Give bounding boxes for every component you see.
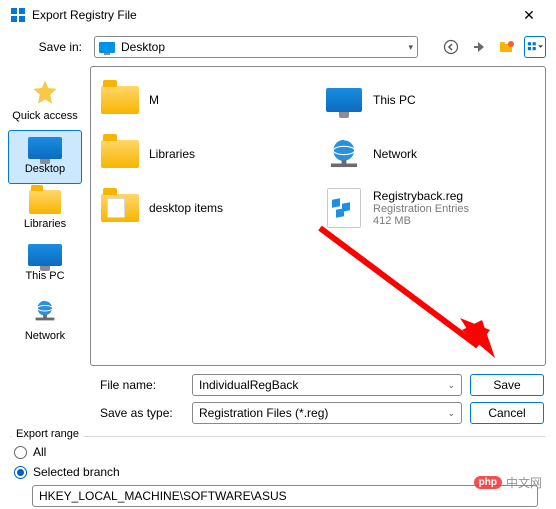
branch-path-input[interactable]: HKEY_LOCAL_MACHINE\SOFTWARE\ASUS: [32, 485, 538, 507]
filename-input[interactable]: IndividualRegBack ⌄: [192, 374, 462, 396]
monitor-icon: [326, 88, 362, 112]
places-label: This PC: [25, 270, 64, 282]
places-network[interactable]: Network: [8, 290, 82, 350]
export-range-legend: Export range: [12, 428, 83, 440]
folder-icon: [101, 140, 139, 168]
star-icon: [31, 78, 59, 106]
new-folder-icon: [499, 39, 515, 55]
watermark: php 中文网: [474, 474, 542, 491]
back-icon: [443, 39, 459, 55]
view-menu-button[interactable]: [524, 36, 546, 58]
saveastype-label: Save as type:: [100, 406, 184, 420]
places-this-pc[interactable]: This PC: [8, 238, 82, 290]
filename-value: IndividualRegBack: [199, 378, 298, 392]
file-item-folder[interactable]: M: [97, 73, 315, 127]
places-label: Quick access: [12, 110, 77, 122]
file-size: 412 MB: [373, 215, 469, 227]
chevron-down-icon: ▾: [408, 42, 413, 53]
watermark-badge: php: [474, 476, 502, 489]
reg-file-icon: [327, 188, 361, 228]
export-range-group: Export range All Selected branch HKEY_LO…: [10, 436, 546, 507]
main-area: Quick access Desktop Libraries This PC N…: [0, 66, 556, 366]
file-name: This PC: [373, 93, 416, 107]
new-folder-button[interactable]: [496, 36, 518, 58]
save-in-dropdown[interactable]: Desktop ▾: [94, 36, 418, 58]
export-all-label: All: [33, 445, 46, 459]
places-libraries[interactable]: Libraries: [8, 184, 82, 238]
places-quick-access[interactable]: Quick access: [8, 72, 82, 130]
file-name: Network: [373, 147, 417, 161]
file-name: M: [149, 93, 159, 107]
back-button[interactable]: [440, 36, 462, 58]
desktop-icon: [28, 137, 62, 159]
export-selected-radio[interactable]: Selected branch: [14, 465, 542, 479]
cancel-button[interactable]: Cancel: [470, 402, 544, 424]
file-name: Registryback.reg: [373, 189, 469, 203]
radio-icon: [14, 446, 27, 459]
places-label: Desktop: [25, 163, 65, 175]
window-title: Export Registry File: [32, 8, 506, 22]
chevron-down-icon: ⌄: [447, 408, 455, 419]
close-button[interactable]: ✕: [506, 0, 552, 30]
file-name: Libraries: [149, 147, 195, 161]
file-type: Registration Entries: [373, 203, 469, 215]
file-item-regfile[interactable]: Registryback.reg Registration Entries 41…: [321, 181, 539, 235]
file-list[interactable]: M This PC Libraries Network desktop item…: [90, 66, 546, 366]
up-icon: [471, 39, 487, 55]
titlebar: Export Registry File ✕: [0, 0, 556, 30]
save-in-row: Save in: Desktop ▾: [0, 30, 556, 66]
network-icon: [325, 135, 363, 173]
places-label: Libraries: [24, 218, 66, 230]
save-in-label: Save in:: [10, 40, 88, 54]
watermark-text: 中文网: [506, 474, 542, 491]
form-area: File name: IndividualRegBack ⌄ Save Save…: [0, 366, 556, 432]
file-item-folder[interactable]: Libraries: [97, 127, 315, 181]
places-desktop[interactable]: Desktop: [8, 130, 82, 184]
file-item-folder[interactable]: desktop items: [97, 181, 315, 235]
up-one-level-button[interactable]: [468, 36, 490, 58]
places-bar: Quick access Desktop Libraries This PC N…: [0, 66, 90, 366]
save-in-value: Desktop: [121, 40, 165, 54]
desktop-icon: [99, 42, 115, 53]
file-item-network[interactable]: Network: [321, 127, 539, 181]
folder-icon: [29, 190, 61, 214]
radio-checked-icon: [14, 466, 27, 479]
branch-path-value: HKEY_LOCAL_MACHINE\SOFTWARE\ASUS: [39, 489, 287, 503]
file-name: desktop items: [149, 201, 223, 215]
folder-icon: [101, 86, 139, 114]
filename-label: File name:: [100, 378, 184, 392]
saveastype-dropdown[interactable]: Registration Files (*.reg) ⌄: [192, 402, 462, 424]
network-icon: [30, 296, 60, 326]
export-selected-label: Selected branch: [33, 465, 120, 479]
view-menu-icon: [527, 39, 543, 55]
chevron-down-icon: ⌄: [447, 380, 455, 391]
regedit-app-icon: [10, 7, 26, 23]
saveastype-value: Registration Files (*.reg): [199, 406, 328, 420]
folder-icon: [101, 194, 139, 222]
places-label: Network: [25, 330, 65, 342]
monitor-icon: [28, 244, 62, 266]
export-all-radio[interactable]: All: [14, 445, 542, 459]
save-button[interactable]: Save: [470, 374, 544, 396]
file-item-thispc[interactable]: This PC: [321, 73, 539, 127]
